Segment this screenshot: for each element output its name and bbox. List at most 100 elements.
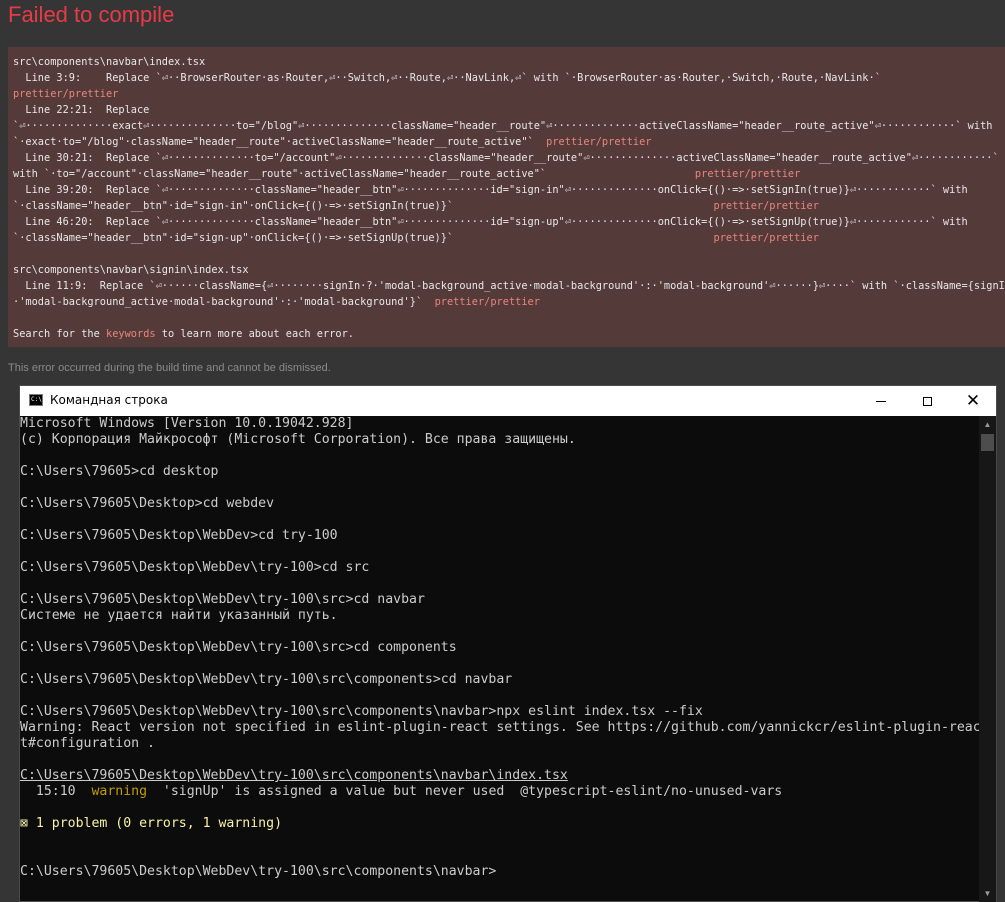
warning-level: warning [91,784,148,799]
console-line: C:\Users\79605\Desktop>cd webdev [20,496,979,512]
error-line-text: Line 46:20: Replace `⏎··············clas… [13,216,968,228]
minimize-button[interactable] [858,386,904,416]
cmd-console[interactable]: Microsoft Windows [Version 10.0.19042.92… [20,416,979,902]
console-line: Системе не удается найти указанный путь. [20,608,979,624]
console-line: C:\Users\79605\Desktop\WebDev\try-100\sr… [20,672,979,688]
search-hint-text: Search for the [13,328,106,340]
maximize-button[interactable] [904,386,950,416]
error-line-text: with `·to="/account"·className="header__… [13,168,695,180]
cmd-titlebar[interactable]: C:\ Командная строка ✕ [20,386,996,416]
console-line: C:\Users\79605>cd desktop [20,464,979,480]
error-line-text: `·exact·to="/blog"·className="header__ro… [13,136,547,148]
cmd-window-title: Командная строка [50,393,168,407]
error-line-text: ·'modal-background_active·modal-backgrou… [13,296,435,308]
rule-name: prettier/prettier [713,200,819,212]
rule-name: prettier/prettier [434,296,540,308]
error-line: Line 11:9: Replace `⏎······className={⏎·… [13,278,1005,294]
console-line: C:\Users\79605\Desktop\WebDev\try-100\sr… [20,592,979,608]
console-text: C:\Users\79605\Desktop\WebDev\try-100>cd… [20,560,370,575]
console-text: Microsoft Windows [Version 10.0.19042.92… [20,416,354,431]
error-line: Line 46:20: Replace `⏎··············clas… [13,214,1005,230]
console-text: C:\Users\79605>cd desktop [20,464,219,479]
console-line: C:\Users\79605\Desktop\WebDev\try-100\sr… [20,768,979,784]
error-line: `·exact·to="/blog"·className="header__ro… [13,134,1005,150]
keywords-link[interactable]: keywords [106,328,156,340]
console-line: t#configuration . [20,736,979,752]
scroll-thumb[interactable] [981,434,994,451]
console-text: C:\Users\79605\Desktop\WebDev\try-100\sr… [20,672,513,687]
console-line: C:\Users\79605\Desktop\WebDev\try-100\sr… [20,704,979,720]
close-icon: ✕ [965,390,981,411]
console-text: Warning: React version not specified in … [20,720,979,735]
console-text: (c) Корпорация Майкрософт (Microsoft Cor… [20,432,576,447]
error-line: ·'modal-background_active·modal-backgrou… [13,294,1005,310]
rule-name: prettier/prettier [13,88,119,100]
scroll-down-arrow-icon[interactable]: ▼ [979,885,996,902]
error-box: src\components\navbar\index.tsx Line 3:9… [8,47,1005,347]
error-line [13,246,1005,262]
scroll-up-arrow-icon[interactable]: ▲ [979,416,996,433]
console-line: Warning: React version not specified in … [20,720,979,736]
command-prompt: C:\Users\79605\Desktop\WebDev\try-100\sr… [20,864,497,879]
warning-location: 15:10 [20,784,92,799]
console-text: C:\Users\79605\Desktop\WebDev\try-100\sr… [20,640,457,655]
console-line: C:\Users\79605\Desktop\WebDev\try-100\sr… [20,864,979,880]
error-line: prettier/prettier [13,86,1005,102]
error-line: Line 3:9: Replace `⏎··BrowserRouter·as·R… [13,70,1005,86]
cmd-window: C:\ Командная строка ✕ Microsoft Windows… [19,385,997,902]
console-line: C:\Users\79605\Desktop\WebDev\try-100>cd… [20,560,979,576]
minimize-icon [876,400,886,402]
console-line: Microsoft Windows [Version 10.0.19042.92… [20,416,979,432]
console-line: ⊠ 1 problem (0 errors, 1 warning) [20,816,979,832]
lint-file-path: C:\Users\79605\Desktop\WebDev\try-100\sr… [20,768,568,783]
error-line: src\components\navbar\index.tsx [13,54,1005,70]
console-line: (c) Корпорация Майкрософт (Microsoft Cor… [20,432,979,448]
search-hint-text: to learn more about each error. [155,328,354,340]
console-text: Системе не удается найти указанный путь. [20,608,338,623]
console-text: C:\Users\79605\Desktop\WebDev>cd try-100 [20,528,338,543]
error-line-text: Line 39:20: Replace `⏎··············clas… [13,184,968,196]
error-line-text: `⏎··············exact⏎··············to="… [13,120,993,132]
error-line: src\components\navbar\signin\index.tsx [13,262,1005,278]
error-line: Line 30:21: Replace `⏎··············to="… [13,150,1005,166]
console-text: C:\Users\79605\Desktop\WebDev\try-100\sr… [20,704,703,719]
console-line: C:\Users\79605\Desktop\WebDev\try-100\sr… [20,640,979,656]
console-text: C:\Users\79605\Desktop\WebDev\try-100\sr… [20,592,425,607]
problem-summary: ⊠ 1 problem (0 errors, 1 warning) [20,816,283,831]
build-error-footnote: This error occurred during the build tim… [8,362,331,374]
search-hint: Search for the keywords to learn more ab… [13,326,1005,342]
cmd-scrollbar[interactable]: ▲ ▼ [979,416,996,902]
error-line-text: Line 11:9: Replace `⏎······className={⏎·… [13,280,1005,292]
error-line: `·className="header__btn"·id="sign-in"·o… [13,198,1005,214]
error-line: Line 22:21: Replace [13,102,1005,118]
error-line-text: Line 30:21: Replace `⏎··············to="… [13,152,999,164]
overlay-title: Failed to compile [8,2,175,27]
close-button[interactable]: ✕ [950,386,996,416]
maximize-icon [922,396,932,406]
error-line-text: `·className="header__btn"·id="sign-up"·o… [13,232,714,244]
error-line: Line 39:20: Replace `⏎··············clas… [13,182,1005,198]
error-line-text: Line 22:21: Replace [13,104,150,116]
rule-name: prettier/prettier [546,136,652,148]
console-text: C:\Users\79605\Desktop>cd webdev [20,496,275,511]
error-line-text: `·className="header__btn"·id="sign-in"·o… [13,200,714,212]
error-line: `·className="header__btn"·id="sign-up"·o… [13,230,1005,246]
rule-name: prettier/prettier [694,168,801,180]
error-line [13,310,1005,326]
error-line: with `·to="/account"·className="header__… [13,166,1005,182]
error-line-text: src\components\navbar\signin\index.tsx [13,264,249,276]
rule-name: prettier/prettier [713,232,819,244]
cmd-app-icon: C:\ [29,394,43,406]
error-line: `⏎··············exact⏎··············to="… [13,118,1005,134]
